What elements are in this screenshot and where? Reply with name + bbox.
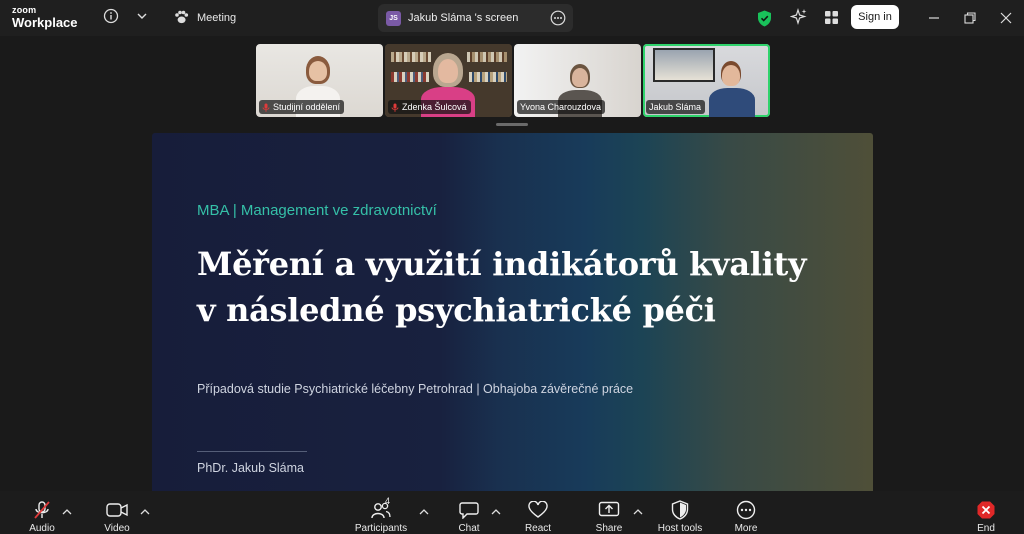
shield-icon <box>669 499 691 521</box>
video-tile[interactable]: Yvona Charouzdova <box>514 44 641 117</box>
video-tile[interactable]: Zdenka Šulcová <box>385 44 512 117</box>
info-icon[interactable] <box>102 7 120 25</box>
participants-icon: 4 <box>370 496 392 521</box>
shared-screen-slide: MBA | Management ve zdravotnictví Měření… <box>152 133 873 491</box>
participant-name-tag: Yvona Charouzdova <box>517 100 606 114</box>
audio-label: Audio <box>29 523 55 534</box>
share-options-chevron-icon[interactable] <box>633 503 643 515</box>
participants-button[interactable]: 4 Participants <box>352 491 410 534</box>
zoom-workplace-logo: zoom Workplace <box>12 5 78 30</box>
more-dots-icon <box>735 499 757 521</box>
ai-companion-sparkle-icon[interactable] <box>790 8 808 26</box>
host-tools-label: Host tools <box>657 523 703 534</box>
participant-name-tag: Jakub Sláma <box>646 100 706 114</box>
video-camera-icon <box>106 499 128 521</box>
more-label: More <box>734 523 758 534</box>
participants-label: Participants <box>354 523 408 534</box>
share-label: Share <box>595 523 623 534</box>
chat-options-chevron-icon[interactable] <box>491 503 501 515</box>
tab-shared-screen-label: Jakub Sláma 's screen <box>408 12 519 24</box>
tab-meeting-label: Meeting <box>197 12 237 24</box>
close-icon[interactable] <box>998 10 1014 26</box>
participant-name-tag: Studijní oddělení <box>259 100 345 114</box>
chevron-down-icon[interactable] <box>134 8 150 24</box>
muted-mic-icon <box>262 103 270 112</box>
slide-divider <box>197 451 307 452</box>
participant-name-tag: Zdenka Šulcová <box>388 100 471 114</box>
participant-face <box>309 61 327 81</box>
meeting-paw-icon <box>174 10 189 27</box>
react-button[interactable]: React <box>522 491 554 534</box>
slide-title: Měření a využití indikátorů kvality v ná… <box>197 241 807 333</box>
participant-name: Zdenka Šulcová <box>402 102 467 112</box>
slide-author: PhDr. Jakub Sláma <box>197 461 304 475</box>
chat-button[interactable]: Chat <box>455 491 483 534</box>
slide-title-line2: v následné psychiatrické péči <box>197 291 716 329</box>
heart-icon <box>527 499 549 521</box>
wall-picture <box>653 48 715 82</box>
video-tile-active-speaker[interactable]: Jakub Sláma <box>643 44 770 117</box>
thumbnail-strip-drag-handle[interactable] <box>496 123 528 126</box>
video-options-chevron-icon[interactable] <box>140 503 150 515</box>
more-button[interactable]: More <box>730 491 762 534</box>
books <box>469 72 507 82</box>
participants-count: 4 <box>385 496 391 506</box>
participant-face <box>572 68 588 87</box>
chat-bubble-icon <box>458 499 480 521</box>
participant-face <box>722 65 740 86</box>
react-label: React <box>524 523 552 534</box>
logo-line2: Workplace <box>12 15 78 30</box>
participant-name: Jakub Sláma <box>649 102 702 112</box>
slide-title-line1: Měření a využití indikátorů kvality <box>197 245 807 283</box>
sign-in-button[interactable]: Sign in <box>851 5 899 29</box>
slide-subtitle: MBA | Management ve zdravotnictví <box>197 202 437 219</box>
end-x-icon <box>975 499 997 521</box>
share-screen-icon <box>598 499 620 521</box>
participant-name: Yvona Charouzdova <box>520 102 602 112</box>
title-bar: zoom Workplace Meeting JS Jakub Sláma 's… <box>0 0 1024 36</box>
end-meeting-button[interactable]: End <box>972 491 1000 534</box>
logo-line1: zoom <box>12 5 37 15</box>
video-button[interactable]: Video <box>100 491 134 534</box>
more-options-icon[interactable] <box>550 10 566 26</box>
participant-face <box>438 59 458 83</box>
tab-meeting[interactable]: Meeting <box>174 8 236 28</box>
end-label: End <box>977 523 995 534</box>
encryption-shield-icon[interactable] <box>756 9 772 27</box>
audio-button[interactable]: Audio <box>24 491 60 534</box>
mic-muted-icon <box>31 499 53 521</box>
slide-description: Případová studie Psychiatrické léčebny P… <box>197 382 634 396</box>
books <box>467 52 507 62</box>
minimize-icon[interactable] <box>926 10 942 26</box>
chat-label: Chat <box>458 523 480 534</box>
participant-shoulders <box>709 88 755 117</box>
meeting-controls-toolbar: Audio Video 4 Participants Chat React Sh… <box>0 491 1024 534</box>
video-thumbnail-strip: Studijní oddělení Zdenka Šulcová Yvona C… <box>256 44 770 118</box>
books <box>391 52 431 62</box>
participants-options-chevron-icon[interactable] <box>419 503 429 515</box>
muted-mic-icon <box>391 103 399 112</box>
apps-grid-icon[interactable] <box>823 9 839 25</box>
tab-shared-screen[interactable]: JS Jakub Sláma 's screen <box>378 4 573 32</box>
restore-window-icon[interactable] <box>962 10 978 26</box>
host-tools-button[interactable]: Host tools <box>654 491 706 534</box>
sharer-avatar: JS <box>386 11 401 26</box>
share-button[interactable]: Share <box>592 491 626 534</box>
video-tile[interactable]: Studijní oddělení <box>256 44 383 117</box>
books <box>391 72 429 82</box>
audio-options-chevron-icon[interactable] <box>62 503 72 515</box>
video-label: Video <box>104 523 130 534</box>
participant-name: Studijní oddělení <box>273 102 341 112</box>
